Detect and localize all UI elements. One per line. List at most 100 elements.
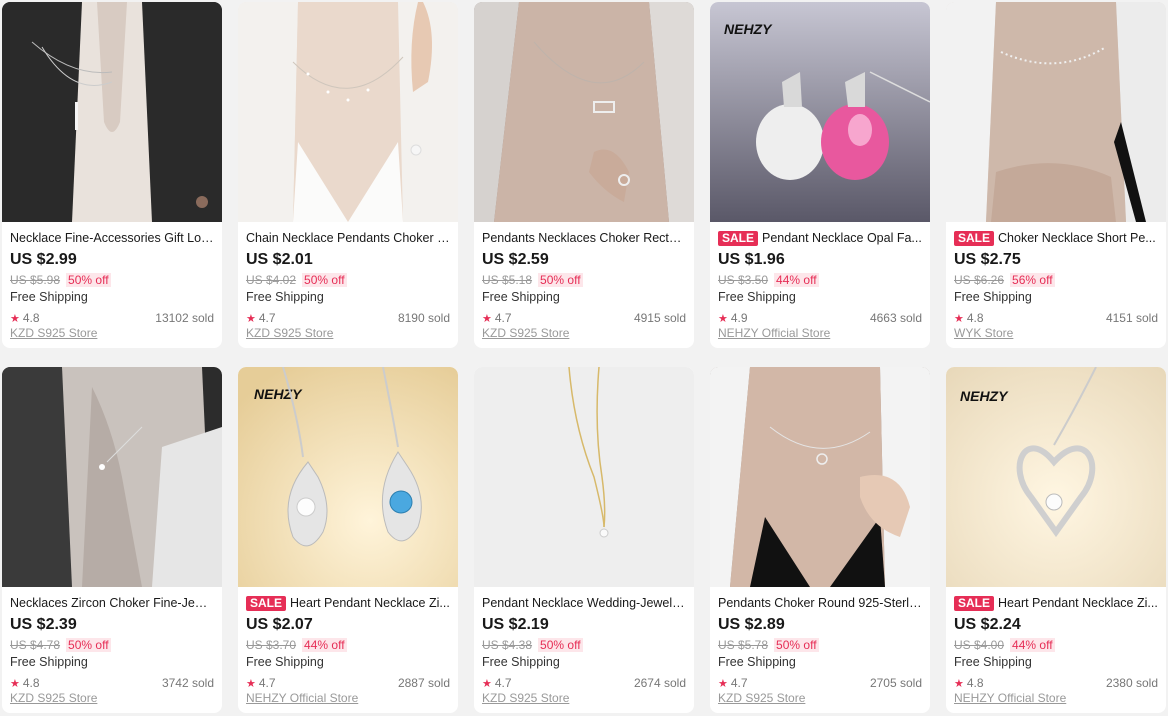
sale-badge: SALE <box>246 595 287 611</box>
original-price: US $5.98 <box>10 272 61 287</box>
brand-logo: NEHZY <box>960 388 1009 404</box>
original-price: US $4.38 <box>482 637 533 652</box>
product-price: US $2.07 <box>246 616 313 633</box>
store-link[interactable]: KZD S925 Store <box>482 691 686 706</box>
star-icon: ★ <box>954 677 964 690</box>
product-title-row[interactable]: Necklaces Zircon Choker Fine-Jewe... <box>10 595 214 611</box>
shipping-label: Free Shipping <box>718 290 796 304</box>
original-price: US $3.70 <box>246 637 297 652</box>
sold-count: 4151 sold <box>1105 310 1158 325</box>
star-icon: ★ <box>10 312 20 325</box>
product-card[interactable]: Pendants Choker Round 925-Sterli... US $… <box>710 367 930 713</box>
product-image[interactable] <box>2 367 222 587</box>
product-title[interactable]: Pendants Necklaces Choker Recta... <box>482 231 686 245</box>
product-price: US $2.59 <box>482 251 549 268</box>
product-title[interactable]: Pendant Necklace Wedding-Jewelr... <box>482 596 686 610</box>
product-title-row[interactable]: Pendants Necklaces Choker Recta... <box>482 230 686 246</box>
product-title-row[interactable]: Chain Necklace Pendants Choker F... <box>246 230 450 246</box>
product-price: US $1.96 <box>718 251 785 268</box>
product-title[interactable]: Choker Necklace Short Pe... <box>998 231 1156 245</box>
product-image[interactable]: NEHZY <box>946 367 1166 587</box>
product-image[interactable]: NEHZY <box>238 367 458 587</box>
sold-count: 8190 sold <box>397 310 450 325</box>
rating-value: 4.7 <box>730 675 748 690</box>
sale-badge: SALE <box>718 230 759 246</box>
product-card[interactable]: NEHZY SALE Pendant Necklace Opal Fa... U… <box>710 2 930 348</box>
rating-value: 4.7 <box>258 310 276 325</box>
product-title[interactable]: Necklaces Zircon Choker Fine-Jewe... <box>10 596 214 610</box>
product-title-row[interactable]: Pendants Choker Round 925-Sterli... <box>718 595 922 611</box>
brand-logo: NEHZY <box>254 386 303 402</box>
rating-value: 4.7 <box>494 675 512 690</box>
product-title-row[interactable]: SALE Heart Pendant Necklace Zi... <box>954 595 1158 611</box>
original-price: US $3.50 <box>718 272 769 287</box>
rating-value: 4.9 <box>730 310 748 325</box>
store-link[interactable]: KZD S925 Store <box>246 326 450 341</box>
product-card[interactable]: Necklaces Zircon Choker Fine-Jewe... US … <box>2 367 222 713</box>
product-card[interactable]: Chain Necklace Pendants Choker F... US $… <box>238 2 458 348</box>
product-title[interactable]: Pendant Necklace Opal Fa... <box>762 231 922 245</box>
product-price: US $2.19 <box>482 616 549 633</box>
shipping-label: Free Shipping <box>718 655 796 669</box>
star-icon: ★ <box>10 677 20 690</box>
product-price: US $2.24 <box>954 616 1021 633</box>
product-image[interactable] <box>238 2 458 222</box>
shipping-label: Free Shipping <box>954 290 1032 304</box>
product-card[interactable]: NEHZY SALE Heart Pendant Necklace Zi... … <box>238 367 458 713</box>
sold-count: 2380 sold <box>1105 675 1158 690</box>
product-image[interactable]: NEHZY <box>710 2 930 222</box>
product-card[interactable]: Pendant Necklace Wedding-Jewelr... US $2… <box>474 367 694 713</box>
product-price: US $2.89 <box>718 616 785 633</box>
product-card[interactable]: NEHZY SALE Heart Pendant Necklace Zi... … <box>946 367 1166 713</box>
shipping-label: Free Shipping <box>954 655 1032 669</box>
product-title[interactable]: Necklace Fine-Accessories Gift Lon... <box>10 231 214 245</box>
product-price: US $2.99 <box>10 251 77 268</box>
product-image[interactable] <box>474 2 694 222</box>
product-title-row[interactable]: Pendant Necklace Wedding-Jewelr... <box>482 595 686 611</box>
store-link[interactable]: WYK Store <box>954 326 1158 341</box>
rating-value: 4.8 <box>966 310 984 325</box>
store-link[interactable]: NEHZY Official Store <box>718 326 922 341</box>
product-title[interactable]: Heart Pendant Necklace Zi... <box>290 596 450 610</box>
store-link[interactable]: KZD S925 Store <box>718 691 922 706</box>
product-grid: Necklace Fine-Accessories Gift Lon... US… <box>0 0 1168 716</box>
store-link[interactable]: KZD S925 Store <box>10 691 214 706</box>
product-image[interactable] <box>2 2 222 222</box>
brand-logo: NEHZY <box>724 21 773 37</box>
star-icon: ★ <box>954 312 964 325</box>
sold-count: 4915 sold <box>633 310 686 325</box>
sold-count: 3742 sold <box>161 675 214 690</box>
discount-badge: 56% off <box>1010 272 1055 287</box>
product-title[interactable]: Chain Necklace Pendants Choker F... <box>246 231 450 245</box>
product-image[interactable] <box>474 367 694 587</box>
store-link[interactable]: KZD S925 Store <box>10 326 214 341</box>
rating: ★ 4.7 <box>246 676 276 690</box>
product-title[interactable]: Pendants Choker Round 925-Sterli... <box>718 596 922 610</box>
product-image[interactable] <box>710 367 930 587</box>
product-title-row[interactable]: SALE Heart Pendant Necklace Zi... <box>246 595 450 611</box>
rating: ★ 4.7 <box>246 311 276 325</box>
discount-badge: 44% off <box>302 637 347 652</box>
store-link[interactable]: KZD S925 Store <box>482 326 686 341</box>
sold-count: 4663 sold <box>869 310 922 325</box>
original-price: US $4.00 <box>954 637 1005 652</box>
product-title-row[interactable]: SALE Pendant Necklace Opal Fa... <box>718 230 922 246</box>
sale-badge: SALE <box>954 595 995 611</box>
star-icon: ★ <box>718 312 728 325</box>
store-link[interactable]: NEHZY Official Store <box>954 691 1158 706</box>
product-price: US $2.75 <box>954 251 1021 268</box>
original-price: US $4.78 <box>10 637 61 652</box>
product-image[interactable] <box>946 2 1166 222</box>
product-card[interactable]: Pendants Necklaces Choker Recta... US $2… <box>474 2 694 348</box>
product-title-row[interactable]: Necklace Fine-Accessories Gift Lon... <box>10 230 214 246</box>
star-icon: ★ <box>246 312 256 325</box>
rating-value: 4.7 <box>258 675 276 690</box>
product-card[interactable]: Necklace Fine-Accessories Gift Lon... US… <box>2 2 222 348</box>
store-link[interactable]: NEHZY Official Store <box>246 691 450 706</box>
shipping-label: Free Shipping <box>246 655 324 669</box>
product-title-row[interactable]: SALE Choker Necklace Short Pe... <box>954 230 1158 246</box>
star-icon: ★ <box>482 312 492 325</box>
product-card[interactable]: SALE Choker Necklace Short Pe... US $2.7… <box>946 2 1166 348</box>
product-title[interactable]: Heart Pendant Necklace Zi... <box>998 596 1158 610</box>
shipping-label: Free Shipping <box>246 290 324 304</box>
